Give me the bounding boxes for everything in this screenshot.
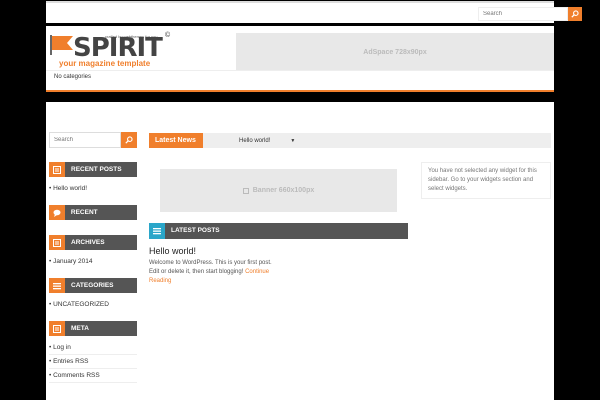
- news-ticker: Latest News Hello world! ▼: [149, 133, 551, 148]
- document-icon: [53, 324, 61, 333]
- header-accent-line: [46, 90, 554, 92]
- main-content: Latest News Hello world! ▼ Banner 660x10…: [149, 133, 551, 284]
- left-sidebar: Recent Posts Hello world! Recent Comment…: [49, 132, 137, 393]
- ticker-label: Latest News: [149, 133, 203, 148]
- widget-title-text: Recent Comments: [70, 209, 109, 231]
- widget-title-text: Meta: [71, 325, 89, 332]
- list-item[interactable]: Hello world!: [49, 182, 137, 195]
- widget-title-text: Categories: [71, 282, 114, 289]
- list-item[interactable]: January 2014: [49, 255, 137, 268]
- list-item[interactable]: Entries RSS: [49, 355, 137, 369]
- nav-menu-text: No categories: [54, 74, 92, 80]
- document-icon: [53, 165, 61, 174]
- top-bar: [46, 1, 582, 23]
- site-logo[interactable]: crafted by webthemes for you © SPIRIT yo…: [49, 32, 179, 72]
- main-area: Recent Posts Hello world! Recent Comment…: [46, 102, 554, 400]
- header-adspace[interactable]: AdSpace 728x90px: [236, 33, 554, 71]
- post-item: Hello world! Welcome to WordPress. This …: [149, 246, 279, 286]
- ticker-item[interactable]: Hello world!: [239, 138, 270, 144]
- post-title[interactable]: Hello world!: [149, 246, 279, 256]
- widget-title-recent-comments: Recent Comments: [49, 205, 137, 231]
- site-header: crafted by webthemes for you © SPIRIT yo…: [46, 26, 554, 92]
- top-search-input[interactable]: [478, 7, 568, 21]
- sidebar-search-button[interactable]: [121, 132, 137, 148]
- widget-title-categories: Categories: [49, 278, 137, 293]
- menu-icon: [153, 228, 161, 235]
- latest-posts-title: LATEST POSTS: [149, 223, 408, 239]
- sidebar-search-input[interactable]: [49, 132, 121, 148]
- widget-title-meta: Meta: [49, 321, 137, 336]
- menu-icon: [53, 282, 61, 289]
- flag-icon: [50, 35, 73, 55]
- banner-text: Banner 660x100px: [252, 187, 315, 194]
- list-item[interactable]: UNCATEGORIZED: [49, 298, 137, 311]
- ticker-arrow-icon[interactable]: ▼: [290, 138, 295, 144]
- header-divider: [46, 70, 554, 71]
- content-banner[interactable]: Banner 660x100px: [160, 169, 397, 212]
- search-icon: [571, 10, 579, 18]
- sidebar-search: [49, 132, 137, 148]
- top-search: [478, 7, 582, 21]
- image-icon: [242, 187, 249, 194]
- latest-posts-text: LATEST POSTS: [171, 227, 220, 234]
- widget-title-archives: Archives: [49, 235, 137, 250]
- list-item[interactable]: Log in: [49, 341, 137, 355]
- widget-title-recent-posts: Recent Posts: [49, 162, 137, 177]
- search-icon: [125, 136, 133, 144]
- logo-tagline: your magazine template: [59, 59, 151, 68]
- archives-list: January 2014: [49, 255, 137, 268]
- categories-list: UNCATEGORIZED: [49, 298, 137, 311]
- meta-list: Log in Entries RSS Comments RSS: [49, 341, 137, 383]
- logo-copyright: ©: [165, 32, 171, 39]
- top-search-button[interactable]: [568, 7, 582, 21]
- comment-icon: [53, 209, 61, 217]
- post-excerpt: Welcome to WordPress. This is your first…: [149, 259, 279, 286]
- archive-icon: [53, 238, 61, 247]
- list-item[interactable]: Comments RSS: [49, 369, 137, 383]
- right-sidebar-notice: You have not selected any widget for thi…: [421, 162, 551, 199]
- recent-posts-list: Hello world!: [49, 182, 137, 195]
- widget-title-text: Recent Posts: [71, 166, 122, 173]
- widget-title-text: Archives: [71, 239, 105, 246]
